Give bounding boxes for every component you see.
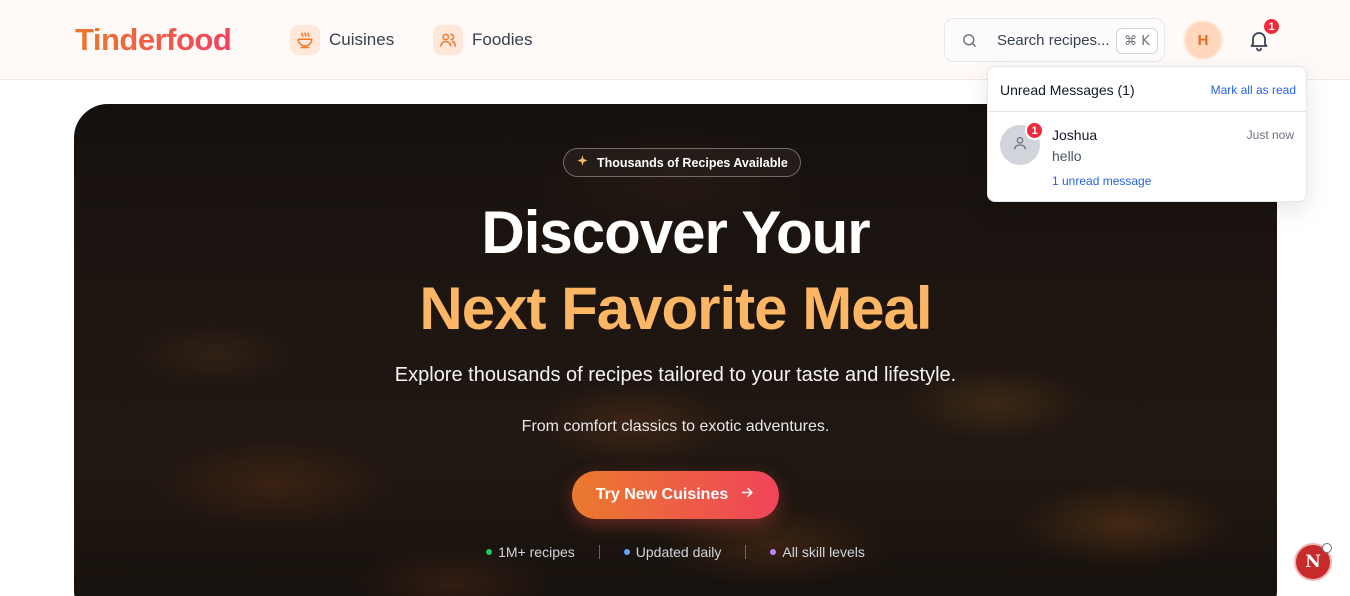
stat-label: 1M+ recipes: [498, 544, 575, 560]
stat-recipes: 1M+ recipes: [486, 544, 575, 560]
stat-skill-levels: All skill levels: [770, 544, 865, 560]
hero-title-line2: Next Favorite Meal: [419, 275, 932, 342]
user-avatar[interactable]: H: [1183, 20, 1223, 60]
brand-logo[interactable]: Tinderfood: [75, 22, 232, 58]
search-icon: [961, 32, 978, 54]
notifications-dropdown: Unread Messages (1) Mark all as read 1 J…: [987, 66, 1307, 202]
message-item[interactable]: 1 Joshua Just now hello 1 unread message: [988, 113, 1306, 201]
users-icon: [433, 25, 463, 55]
blue-dot-icon: [623, 549, 630, 555]
dropdown-title: Unread Messages (1): [1000, 82, 1135, 98]
hero-subtitle: Explore thousands of recipes tailored to…: [394, 364, 957, 386]
sparkle-icon: [576, 154, 589, 172]
green-dot-icon: [486, 549, 493, 555]
hero-title-line1: Discover Your: [481, 199, 870, 266]
hero-tagline: From comfort classics to exotic adventur…: [521, 418, 830, 435]
search-button[interactable]: Search recipes... ⌘ K: [944, 18, 1165, 62]
stat-divider: [598, 545, 600, 559]
stat-label: Updated daily: [635, 544, 722, 560]
nav-foodies[interactable]: Foodies: [433, 25, 532, 55]
mark-all-read-link[interactable]: Mark all as read: [1211, 83, 1296, 97]
search-shortcut-badge: ⌘ K: [1116, 28, 1158, 54]
nav-cuisines[interactable]: Cuisines: [290, 25, 394, 55]
unread-count-link[interactable]: 1 unread message: [1052, 174, 1151, 188]
recipes-available-pill: Thousands of Recipes Available: [563, 148, 801, 177]
message-unread-badge: 1: [1025, 121, 1044, 140]
stat-updated: Updated daily: [623, 544, 722, 560]
sender-name: Joshua: [1052, 127, 1098, 143]
stat-label: All skill levels: [782, 544, 865, 560]
user-icon: [1012, 135, 1028, 156]
arrow-right-icon: [740, 485, 755, 505]
bowl-icon: [290, 25, 320, 55]
try-new-cuisines-button[interactable]: Try New Cuisines: [572, 471, 779, 519]
cta-label: Try New Cuisines: [595, 486, 729, 503]
notification-count-badge: 1: [1262, 17, 1281, 36]
message-time: Just now: [1246, 128, 1294, 142]
message-preview: hello: [1052, 148, 1082, 164]
purple-dot-icon: [770, 549, 777, 555]
search-placeholder: Search recipes...: [997, 32, 1110, 49]
dropdown-header: Unread Messages (1) Mark all as read: [988, 67, 1306, 112]
nav-foodies-label: Foodies: [472, 30, 533, 49]
hero-stats: 1M+ recipes Updated daily All skill leve…: [74, 544, 1277, 560]
pill-label: Thousands of Recipes Available: [597, 155, 788, 170]
stat-divider: [745, 545, 747, 559]
status-dot-icon: [1322, 543, 1332, 553]
nav-cuisines-label: Cuisines: [329, 30, 395, 49]
